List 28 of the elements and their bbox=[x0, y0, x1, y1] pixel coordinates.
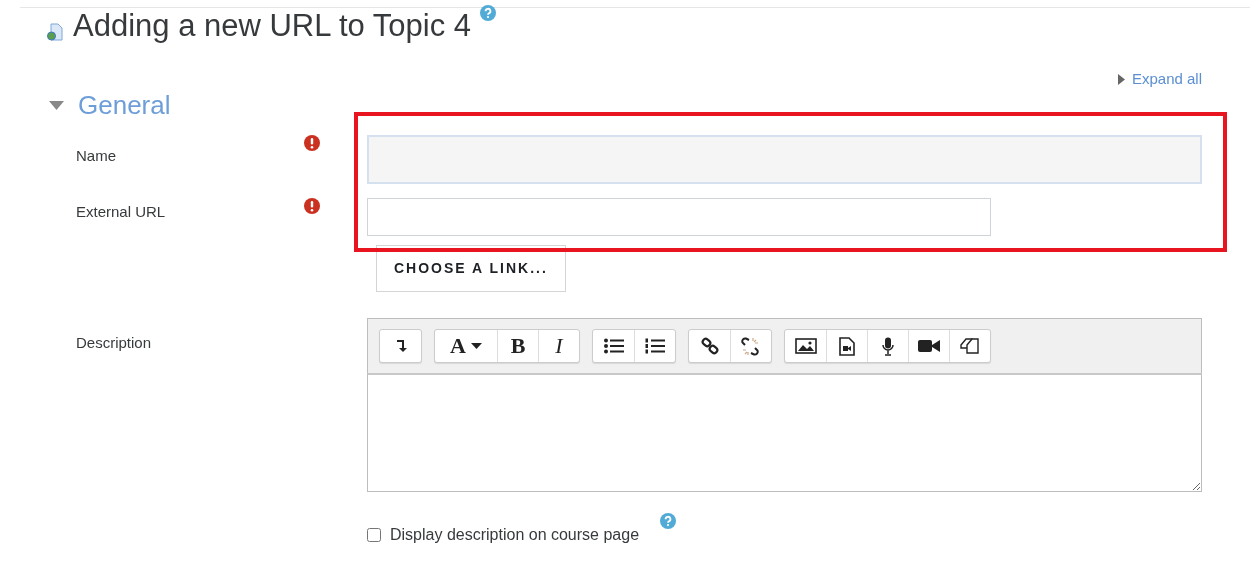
text-input[interactable] bbox=[367, 135, 1202, 184]
help-icon[interactable] bbox=[480, 5, 497, 21]
video-camera-icon bbox=[918, 339, 940, 353]
page-title: Adding a new URL to Topic 4 bbox=[73, 9, 472, 43]
bold-button[interactable]: B bbox=[497, 330, 538, 362]
caret-icon bbox=[49, 100, 64, 110]
font-button[interactable]: A bbox=[435, 330, 497, 362]
triangle-icon bbox=[1117, 73, 1125, 85]
media-file-icon bbox=[839, 336, 855, 356]
italic-button[interactable]: I bbox=[538, 330, 579, 362]
link-icon bbox=[700, 337, 719, 355]
help-icon[interactable] bbox=[660, 513, 677, 529]
field-label: External URL bbox=[76, 202, 166, 222]
choose-link-button[interactable]: CHOOSE A LINK... bbox=[376, 245, 566, 292]
url-file-icon bbox=[46, 23, 64, 41]
image-icon bbox=[794, 338, 817, 354]
copy-icon bbox=[960, 337, 980, 355]
display-description-checkbox[interactable] bbox=[367, 528, 381, 542]
collapse-arrow-icon bbox=[394, 339, 407, 353]
numbered-list-icon bbox=[645, 338, 665, 354]
unlink-icon bbox=[741, 336, 761, 356]
field-label: Description bbox=[76, 333, 152, 353]
checkbox-label: Display description on course page bbox=[390, 525, 640, 545]
text-input[interactable] bbox=[367, 198, 991, 236]
caret-icon bbox=[470, 343, 482, 349]
bullet-list-icon bbox=[603, 338, 624, 354]
field-label: Name bbox=[76, 146, 116, 166]
microphone-icon bbox=[882, 336, 894, 356]
